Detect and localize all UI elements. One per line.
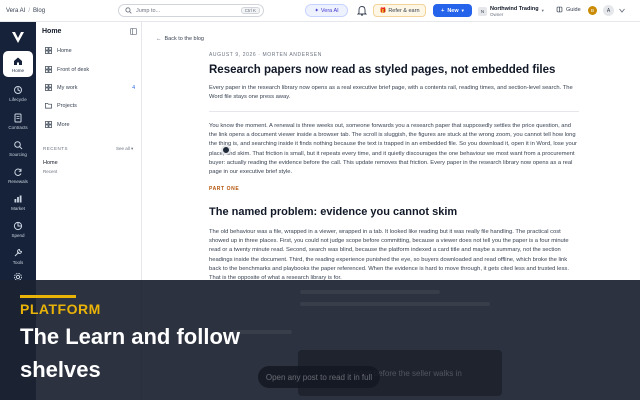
part-label: PART ONE bbox=[209, 186, 240, 192]
credits-badge[interactable]: B bbox=[588, 6, 597, 15]
article-paragraph: You know the moment. A renewal is three … bbox=[209, 123, 577, 176]
chevron-down-icon: ▾ bbox=[541, 8, 544, 13]
back-link-label: Back to the blog bbox=[164, 36, 204, 42]
org-name: Northwind Trading bbox=[490, 5, 539, 12]
sidebar-item-my-work[interactable]: My work 4 bbox=[39, 80, 139, 95]
breadcrumb: Vera AI / Blog bbox=[0, 8, 110, 14]
vera-ai-button[interactable]: ✦ Vera AI bbox=[305, 4, 348, 17]
sidebar-item-home[interactable]: Home bbox=[39, 43, 139, 58]
tools-icon bbox=[14, 248, 23, 256]
back-link[interactable]: ← Back to the blog bbox=[156, 36, 204, 42]
ghost-line bbox=[300, 290, 440, 294]
book-icon bbox=[556, 6, 563, 13]
grid-icon bbox=[45, 66, 52, 73]
grid-icon bbox=[45, 47, 52, 54]
see-all-label: See all bbox=[116, 146, 130, 151]
renewals-icon bbox=[14, 168, 22, 176]
guide-label: Guide bbox=[566, 6, 581, 13]
folder-icon bbox=[45, 102, 52, 109]
sidebar-item-projects[interactable]: Projects bbox=[39, 98, 139, 113]
article-paragraph: The old behaviour was a file, wrapped in… bbox=[209, 229, 569, 282]
breadcrumb-section[interactable]: Blog bbox=[33, 8, 45, 14]
article-meta: AUGUST 9, 2026 · MORTEN ANDERSEN bbox=[209, 52, 322, 58]
refer-label: Refer & earn bbox=[388, 7, 420, 14]
rail-item-market[interactable]: Market bbox=[0, 189, 36, 215]
sidebar-title: Home bbox=[42, 28, 62, 35]
breadcrumb-separator: / bbox=[28, 7, 31, 14]
sidebar-item-front-of-desk[interactable]: Front of desk bbox=[39, 62, 139, 77]
sourcing-icon bbox=[14, 140, 23, 149]
overlay-kicker: PLATFORM bbox=[20, 301, 101, 317]
search-input[interactable]: Jump to... Ctrl K bbox=[118, 4, 264, 17]
grid-icon bbox=[45, 121, 52, 128]
breadcrumb-app[interactable]: Vera AI bbox=[6, 8, 25, 14]
rail-item-lifecycle[interactable]: Lifecycle bbox=[0, 80, 36, 106]
rail-label: Sourcing bbox=[9, 151, 27, 157]
lifecycle-icon bbox=[14, 85, 22, 94]
cursor-indicator bbox=[221, 145, 231, 155]
search-icon bbox=[125, 7, 132, 14]
chevron-down-icon: ▾ bbox=[461, 7, 464, 13]
plus-icon: + bbox=[441, 7, 445, 14]
top-bar: Vera AI / Blog Jump to... Ctrl K ✦ Vera … bbox=[0, 0, 640, 22]
refer-button[interactable]: 🎁 Refer & earn bbox=[373, 4, 426, 17]
org-badge: N bbox=[478, 6, 487, 16]
sidebar-item-label: Front of desk bbox=[57, 66, 90, 73]
recent-item-title[interactable]: Home bbox=[43, 160, 58, 166]
rail-item-spend[interactable]: Spend bbox=[0, 216, 36, 242]
sparkle-icon: ✦ bbox=[314, 7, 319, 14]
overlay-title: The Learn and follow shelves bbox=[20, 324, 241, 382]
market-icon bbox=[14, 195, 22, 202]
rail-item-tools[interactable]: Tools bbox=[0, 243, 36, 269]
sidebar-item-label: Home bbox=[57, 47, 72, 54]
logo-icon[interactable] bbox=[11, 30, 25, 44]
search-shortcut: Ctrl K bbox=[240, 7, 260, 14]
rail-label: Lifecycle bbox=[9, 96, 27, 102]
sidebar-item-more[interactable]: More bbox=[39, 117, 139, 132]
rail-label: Contracts bbox=[8, 124, 28, 130]
count-badge: 4 bbox=[132, 84, 135, 91]
chevron-down-icon: ▾ bbox=[131, 146, 134, 151]
org-switcher[interactable]: N Northwind Trading Owner ▾ bbox=[478, 3, 544, 19]
accent-bar bbox=[20, 295, 76, 298]
new-button[interactable]: + New ▾ bbox=[433, 4, 472, 17]
rail-item-sourcing[interactable]: Sourcing bbox=[0, 135, 36, 161]
home-icon bbox=[14, 57, 22, 65]
rail-label: Home bbox=[11, 67, 24, 73]
ghost-line bbox=[300, 302, 490, 306]
article-lede: Every paper in the research library now … bbox=[209, 85, 573, 100]
new-label: New bbox=[447, 7, 459, 14]
caption-overlay: In market before the seller walks in Ope… bbox=[0, 280, 640, 400]
sidebar-item-label: More bbox=[57, 121, 70, 128]
recent-item-subtitle: Recent bbox=[43, 169, 58, 174]
guide-button[interactable]: Guide bbox=[556, 6, 581, 13]
rail-label: Tools bbox=[12, 259, 24, 265]
recents-heading: RECENTS bbox=[43, 146, 69, 151]
avatar[interactable]: A bbox=[603, 5, 614, 16]
collapse-sidebar-icon[interactable] bbox=[130, 28, 137, 35]
grid-icon bbox=[45, 84, 52, 91]
vera-ai-label: Vera AI bbox=[320, 7, 339, 14]
search-placeholder: Jump to... bbox=[136, 7, 161, 14]
bell-icon[interactable] bbox=[357, 5, 367, 16]
chevron-down-icon[interactable] bbox=[619, 8, 625, 13]
rail-item-contracts[interactable]: Contracts bbox=[0, 108, 36, 134]
spend-icon bbox=[13, 221, 23, 230]
gift-icon: 🎁 bbox=[379, 7, 387, 14]
sidebar-item-label: Projects bbox=[57, 102, 77, 109]
rail-item-renewals[interactable]: Renewals bbox=[0, 162, 36, 188]
divider bbox=[209, 111, 579, 112]
rail-label: Market bbox=[11, 205, 25, 211]
section-heading: The named problem: evidence you cannot s… bbox=[209, 206, 458, 218]
rail-item-home[interactable]: Home bbox=[3, 51, 33, 77]
article-title: Research papers now read as styled pages… bbox=[209, 64, 556, 76]
sidebar-item-label: My work bbox=[57, 84, 78, 91]
org-role: Owner bbox=[490, 11, 504, 17]
contracts-icon bbox=[14, 113, 22, 122]
see-all-link[interactable]: See all ▾ bbox=[116, 146, 133, 152]
rail-label: Spend bbox=[11, 232, 25, 238]
arrow-left-icon: ← bbox=[156, 36, 162, 42]
rail-label: Renewals bbox=[8, 178, 28, 184]
